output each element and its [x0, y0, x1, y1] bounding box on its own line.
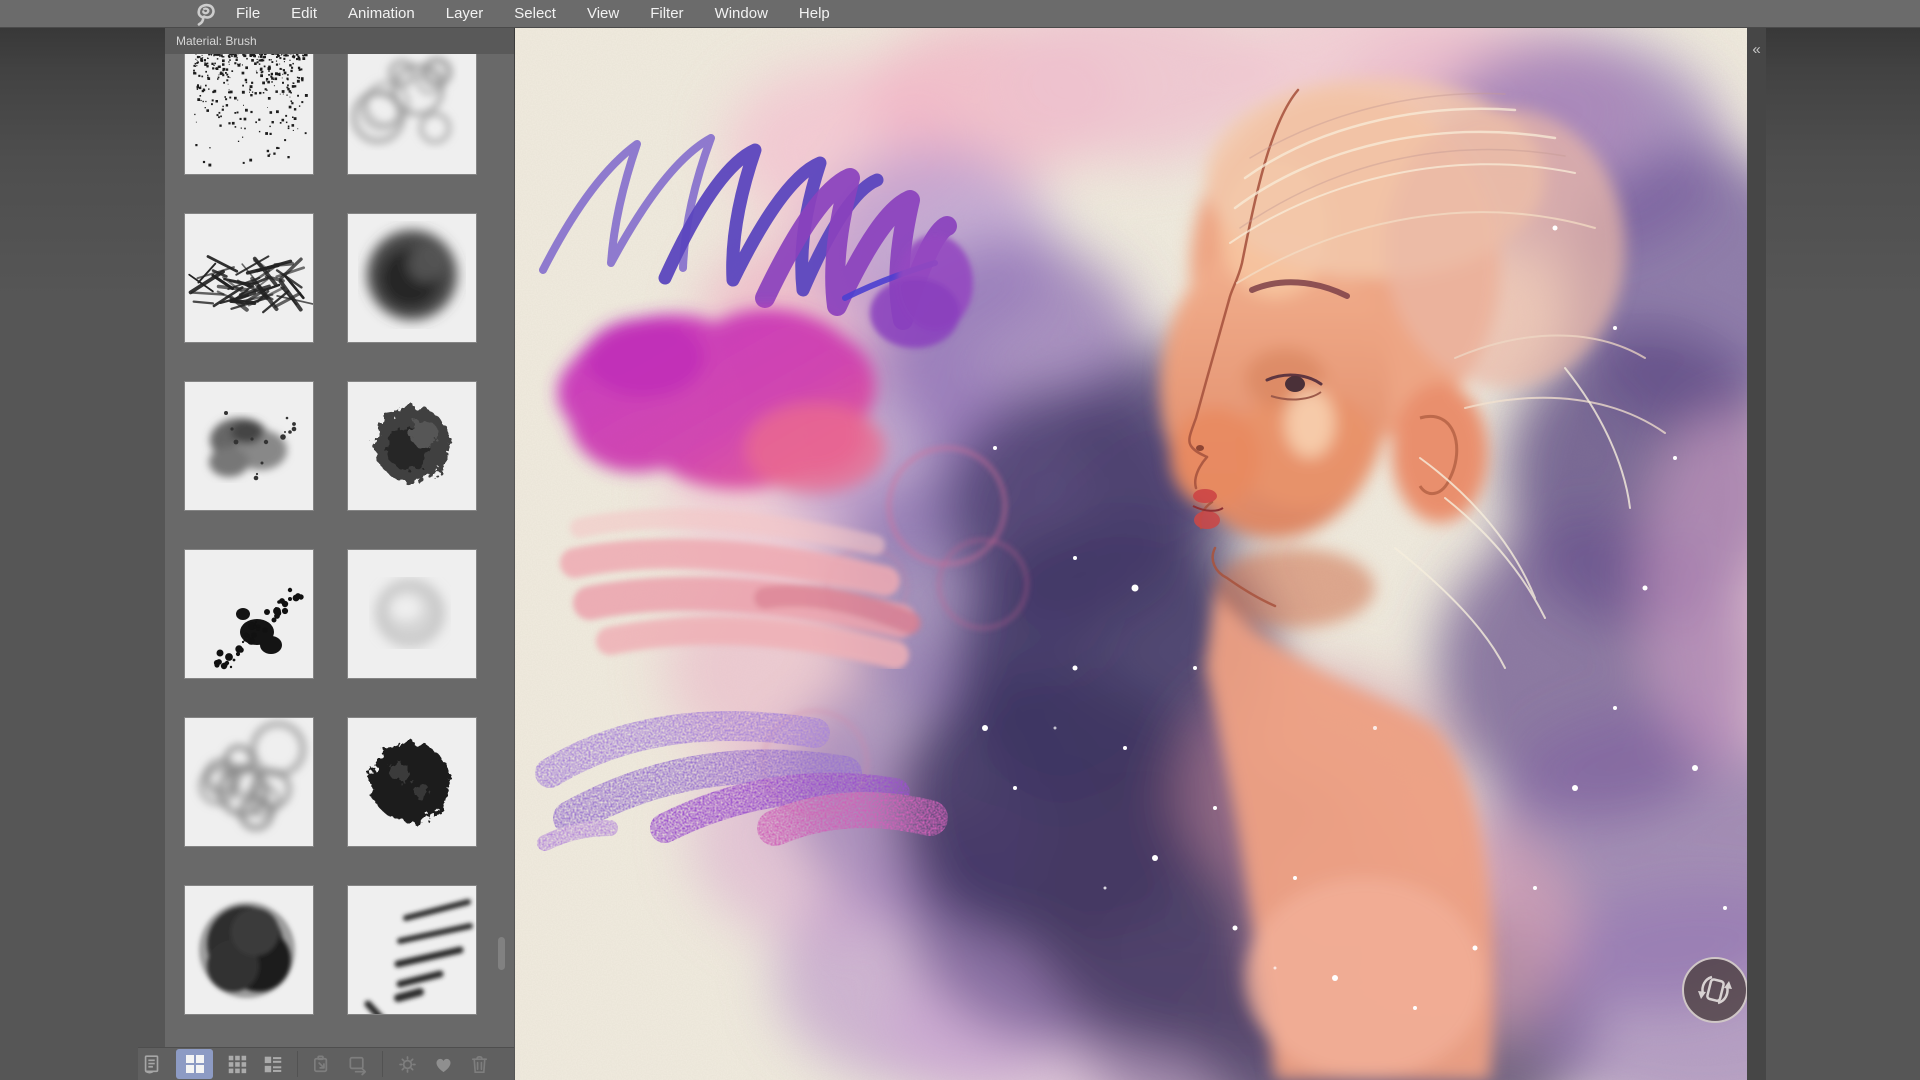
paste-material-icon[interactable]: [310, 1052, 334, 1076]
settings-gear-icon[interactable]: [395, 1052, 419, 1076]
material-thumbnail-soft-wash-blob[interactable]: [348, 550, 476, 678]
material-thumbnail-speckle-gradient[interactable]: [185, 54, 313, 174]
menu-item-animation[interactable]: Animation: [348, 0, 415, 28]
delete-trash-icon[interactable]: [467, 1052, 491, 1076]
clip-studio-workspace: { "app": { "logo_icon": "clip-studio-swi…: [0, 0, 1920, 1080]
material-thumbnail-ink-splatter[interactable]: [185, 550, 313, 678]
material-toolbar: [138, 1047, 514, 1080]
material-thumbnail-diagonal-dashes[interactable]: [348, 886, 476, 1014]
menu-item-file[interactable]: File: [236, 0, 260, 28]
rotate-canvas-button[interactable]: [1682, 957, 1747, 1023]
canvas-artwork: [515, 28, 1747, 1080]
material-thumbnail-smoke-cells[interactable]: [185, 718, 313, 846]
menu-item-window[interactable]: Window: [715, 0, 768, 28]
document-list-icon[interactable]: [140, 1052, 164, 1076]
grid-small-icon[interactable]: [225, 1052, 249, 1076]
material-thumbnail-watercolor-blotch[interactable]: [185, 382, 313, 510]
palette-collapse-rail: «: [1747, 28, 1766, 1080]
list-detail-icon[interactable]: [261, 1052, 285, 1076]
toolbar-separator: [382, 1051, 383, 1077]
rotate-device-icon: [1695, 970, 1735, 1010]
favorite-heart-icon[interactable]: [431, 1052, 455, 1076]
menu-item-select[interactable]: Select: [514, 0, 556, 28]
menu-bar: File Edit Animation Layer Select View Fi…: [0, 0, 1920, 28]
export-material-icon[interactable]: [346, 1052, 370, 1076]
canvas-area[interactable]: [515, 28, 1747, 1080]
menu-item-help[interactable]: Help: [799, 0, 830, 28]
material-thumbnail-soft-cell-blobs[interactable]: [348, 54, 476, 174]
material-thumbnail-charcoal-ball[interactable]: [185, 886, 313, 1014]
material-thumbnail-dry-texture-dab[interactable]: [348, 382, 476, 510]
menu-item-edit[interactable]: Edit: [291, 0, 317, 28]
menu-item-view[interactable]: View: [587, 0, 619, 28]
menu-items: File Edit Animation Layer Select View Fi…: [236, 0, 830, 28]
collapse-chevrons-icon[interactable]: «: [1747, 28, 1766, 58]
material-thumbnail-soft-charcoal-dab[interactable]: [348, 214, 476, 342]
material-panel: Material: Brush: [165, 28, 514, 1080]
menu-item-filter[interactable]: Filter: [650, 0, 683, 28]
material-panel-header[interactable]: Material: Brush: [165, 28, 514, 54]
material-list: [165, 54, 514, 1047]
menu-item-layer[interactable]: Layer: [446, 0, 484, 28]
material-thumbnail-crosshatch-scribble[interactable]: [185, 214, 313, 342]
clip-studio-swirl-icon: [190, 1, 220, 27]
panel-scrollbar-thumb[interactable]: [498, 937, 505, 970]
material-thumbnail-rough-black-dab[interactable]: [348, 718, 476, 846]
grid-large-icon[interactable]: [176, 1049, 213, 1079]
toolbar-separator: [297, 1051, 298, 1077]
